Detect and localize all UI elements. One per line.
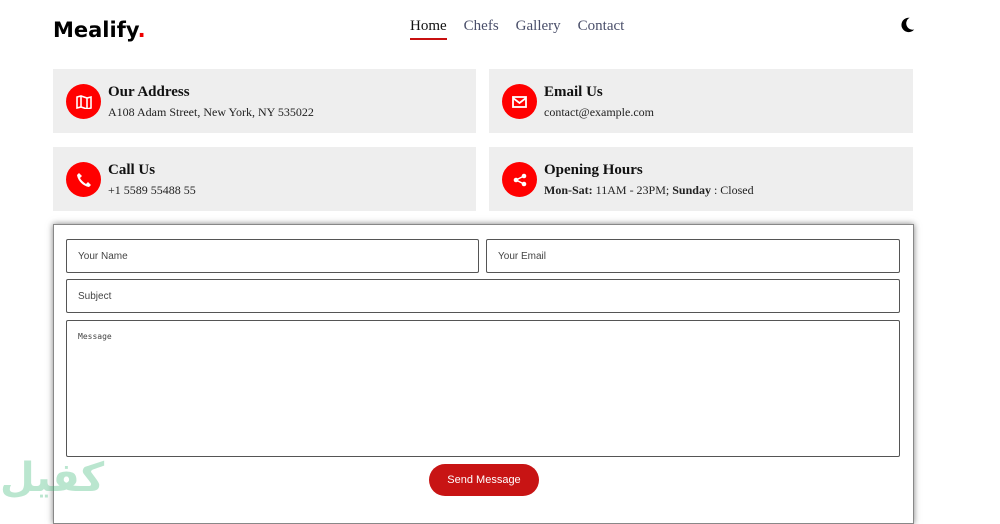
card-title: Email Us [544, 84, 603, 100]
moon-icon[interactable] [898, 16, 916, 34]
card-title: Our Address [108, 84, 190, 100]
card-value[interactable]: contact@example.com [544, 105, 654, 120]
phone-icon [66, 162, 101, 197]
nav-home[interactable]: Home [410, 18, 447, 40]
nav-chefs[interactable]: Chefs [464, 18, 499, 40]
phone-card: Call Us +1 5589 55488 55 [53, 147, 476, 211]
nav-contact[interactable]: Contact [578, 18, 625, 40]
main-nav: Home Chefs Gallery Contact [410, 18, 624, 40]
share-icon [502, 162, 537, 197]
message-textarea[interactable]: Message [66, 320, 900, 457]
email-card: Email Us contact@example.com [489, 69, 913, 133]
address-card: Our Address A108 Adam Street, New York, … [53, 69, 476, 133]
brand-logo[interactable]: Mealify. [53, 18, 146, 42]
subject-input[interactable]: Subject [66, 279, 900, 313]
send-message-button[interactable]: Send Message [429, 464, 539, 496]
nav-gallery[interactable]: Gallery [516, 18, 561, 40]
card-value: Mon-Sat: 11AM - 23PM; Sunday : Closed [544, 183, 754, 197]
email-input[interactable]: Your Email [486, 239, 900, 273]
card-title: Opening Hours [544, 162, 643, 178]
card-value: +1 5589 55488 55 [108, 183, 196, 197]
map-icon [66, 84, 101, 119]
card-value: A108 Adam Street, New York, NY 535022 [108, 105, 314, 119]
hours-card: Opening Hours Mon-Sat: 11AM - 23PM; Sund… [489, 147, 913, 211]
envelope-icon [502, 84, 537, 119]
card-title: Call Us [108, 162, 156, 178]
name-input[interactable]: Your Name [66, 239, 479, 273]
contact-form: Your Name Your Email Subject Message Sen… [53, 224, 914, 524]
watermark-logo: كفيل [0, 455, 105, 501]
